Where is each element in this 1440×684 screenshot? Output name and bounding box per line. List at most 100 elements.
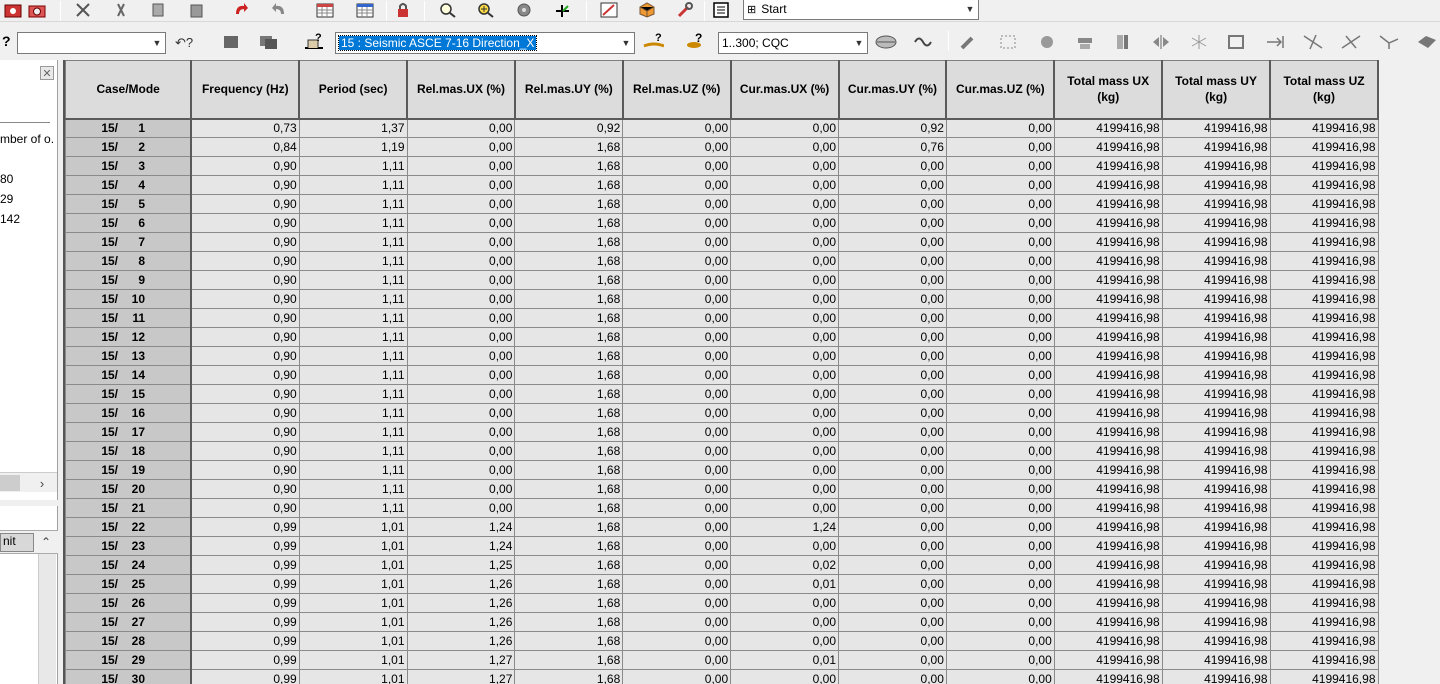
table-cell[interactable]: 0,02	[730, 555, 840, 575]
combination-icon[interactable]: ?	[685, 31, 707, 51]
table-cell[interactable]: 0,00	[406, 213, 516, 233]
table-cell[interactable]: 0,00	[406, 289, 516, 309]
table-cell[interactable]: 4199416,98	[1269, 536, 1379, 556]
table-cell[interactable]: 1,68	[514, 441, 624, 461]
table-cell[interactable]: 4199416,98	[1269, 175, 1379, 195]
table-cell[interactable]: 1,11	[298, 346, 408, 366]
table-cell[interactable]: 4199416,98	[1053, 384, 1163, 404]
table-cell[interactable]: 1,11	[298, 498, 408, 518]
table-cell[interactable]: 4199416,98	[1053, 650, 1163, 670]
table-row[interactable]: 15/18 0,90 1,11 0,00 1,68 0,00 0,00 0,00 0,00 419…	[65, 441, 1379, 461]
load-case-select[interactable]: 15 : Seismic ASCE 7-16 Direction_X ▼	[335, 32, 635, 54]
table-cell[interactable]: 4199416,98	[1053, 346, 1163, 366]
node-grid-icon[interactable]	[998, 32, 1020, 52]
table-cell[interactable]: 0,00	[945, 669, 1055, 684]
object-select[interactable]: ▼	[17, 32, 166, 54]
help-cursor-icon[interactable]: ↶?	[174, 32, 196, 52]
case-mode-cell[interactable]: 15/25	[65, 574, 193, 594]
table-cell[interactable]: 0,00	[945, 403, 1055, 423]
table-row[interactable]: 15/21 0,90 1,11 0,00 1,68 0,00 0,00 0,00 0,00 419…	[65, 498, 1379, 518]
table-row[interactable]: 15/28 0,99 1,01 1,26 1,68 0,00 0,00 0,00 0,00 419…	[65, 631, 1379, 651]
table-cell[interactable]: 1,01	[298, 593, 408, 613]
column-header[interactable]: Total mass UX (kg)	[1053, 60, 1164, 120]
table-cell[interactable]: 4199416,98	[1053, 498, 1163, 518]
table-cell[interactable]: 0,00	[622, 118, 732, 138]
table-cell[interactable]: 0,00	[622, 384, 732, 404]
table-cell[interactable]: 4199416,98	[1053, 631, 1163, 651]
table-cell[interactable]: 4199416,98	[1161, 555, 1271, 575]
table-cell[interactable]: 4199416,98	[1269, 232, 1379, 252]
table-row[interactable]: 15/6 0,90 1,11 0,00 1,68 0,00 0,00 0,00 0,00 4199…	[65, 213, 1379, 233]
table-cell[interactable]: 1,25	[406, 555, 516, 575]
table-cell[interactable]: 0,76	[838, 137, 947, 157]
table-cell[interactable]: 4199416,98	[1161, 194, 1271, 214]
table-row[interactable]: 15/25 0,99 1,01 1,26 1,68 0,00 0,01 0,00 0,00 419…	[65, 574, 1379, 594]
table-cell[interactable]: 0,00	[730, 289, 840, 309]
table-cell[interactable]: 0,00	[945, 631, 1055, 651]
table-row[interactable]: 15/30 0,99 1,01 1,27 1,68 0,00 0,00 0,00 0,00 419…	[65, 669, 1379, 684]
table-cell[interactable]: 0,73	[190, 118, 300, 138]
table-cell[interactable]: 0,00	[838, 251, 947, 271]
table-cell[interactable]: 4199416,98	[1269, 346, 1379, 366]
table-cell[interactable]: 4199416,98	[1161, 441, 1271, 461]
table-cell[interactable]: 1,11	[298, 479, 408, 499]
table-cell[interactable]: 4199416,98	[1161, 384, 1271, 404]
table-cell[interactable]: 1,68	[514, 555, 624, 575]
table-cell[interactable]: 1,11	[298, 270, 408, 290]
table-cell[interactable]: 0,00	[730, 498, 840, 518]
table-cell[interactable]: 4199416,98	[1161, 289, 1271, 309]
table-cell[interactable]: 0,99	[190, 650, 300, 670]
table-cell[interactable]: 4199416,98	[1053, 460, 1163, 480]
case-mode-cell[interactable]: 15/22	[65, 517, 193, 537]
table-cell[interactable]: 0,99	[190, 669, 300, 684]
table-cell[interactable]: 1,01	[298, 612, 408, 632]
table-cell[interactable]: 0,00	[945, 346, 1055, 366]
table-cell[interactable]: 0,00	[945, 441, 1055, 461]
table-cell[interactable]: 1,37	[298, 118, 408, 138]
case-mode-cell[interactable]: 15/4	[65, 175, 193, 195]
table-cell[interactable]: 1,11	[298, 403, 408, 423]
table-cell[interactable]: 1,27	[406, 669, 516, 684]
table-cell[interactable]: 0,00	[838, 384, 947, 404]
table-cell[interactable]: 0,00	[838, 346, 947, 366]
table-cell[interactable]: 4199416,98	[1161, 593, 1271, 613]
table-cell[interactable]: 0,00	[945, 555, 1055, 575]
table-cell[interactable]: 1,11	[298, 213, 408, 233]
table-cell[interactable]: 0,00	[838, 422, 947, 442]
shell-icon[interactable]	[875, 32, 897, 52]
table-cell[interactable]: 0,00	[838, 593, 947, 613]
table-cell[interactable]: 4199416,98	[1269, 251, 1379, 271]
table-cell[interactable]: 4199416,98	[1269, 650, 1379, 670]
table-cell[interactable]: 4199416,98	[1053, 175, 1163, 195]
table-cell[interactable]: 0,00	[730, 194, 840, 214]
table-cell[interactable]: 1,27	[406, 650, 516, 670]
table-row[interactable]: 15/10 0,90 1,11 0,00 1,68 0,00 0,00 0,00 0,00 419…	[65, 289, 1379, 309]
table-cell[interactable]: 4199416,98	[1053, 593, 1163, 613]
table-cell[interactable]: 0,99	[190, 555, 300, 575]
table-cell[interactable]: 0,00	[406, 137, 516, 157]
table-cell[interactable]: 0,00	[406, 118, 516, 138]
table-cell[interactable]: 0,00	[945, 175, 1055, 195]
table-cell[interactable]: 0,00	[838, 460, 947, 480]
table-cell[interactable]: 1,68	[514, 631, 624, 651]
table-cell[interactable]: 0,00	[945, 289, 1055, 309]
table-cell[interactable]: 1,68	[514, 308, 624, 328]
scissors-icon[interactable]	[110, 0, 132, 20]
table-cell[interactable]: 0,99	[190, 517, 300, 537]
table-cell[interactable]: 0,01	[730, 650, 840, 670]
table-cell[interactable]: 0,00	[622, 327, 732, 347]
table-cell[interactable]: 1,68	[514, 574, 624, 594]
table-cell[interactable]: 4199416,98	[1161, 669, 1271, 684]
table-cell[interactable]: 4199416,98	[1269, 593, 1379, 613]
case-mode-cell[interactable]: 15/12	[65, 327, 193, 347]
table-cell[interactable]: 1,68	[514, 650, 624, 670]
table-cell[interactable]: 1,01	[298, 574, 408, 594]
table-row[interactable]: 15/26 0,99 1,01 1,26 1,68 0,00 0,00 0,00 0,00 419…	[65, 593, 1379, 613]
table-cell[interactable]: 0,00	[622, 574, 732, 594]
table-cell[interactable]: 0,00	[622, 536, 732, 556]
table-row[interactable]: 15/9 0,90 1,11 0,00 1,68 0,00 0,00 0,00 0,00 4199…	[65, 270, 1379, 290]
table-cell[interactable]: 0,00	[945, 422, 1055, 442]
table-cell[interactable]: 0,00	[406, 251, 516, 271]
table-cell[interactable]: 4199416,98	[1161, 650, 1271, 670]
table-cell[interactable]: 0,00	[622, 612, 732, 632]
